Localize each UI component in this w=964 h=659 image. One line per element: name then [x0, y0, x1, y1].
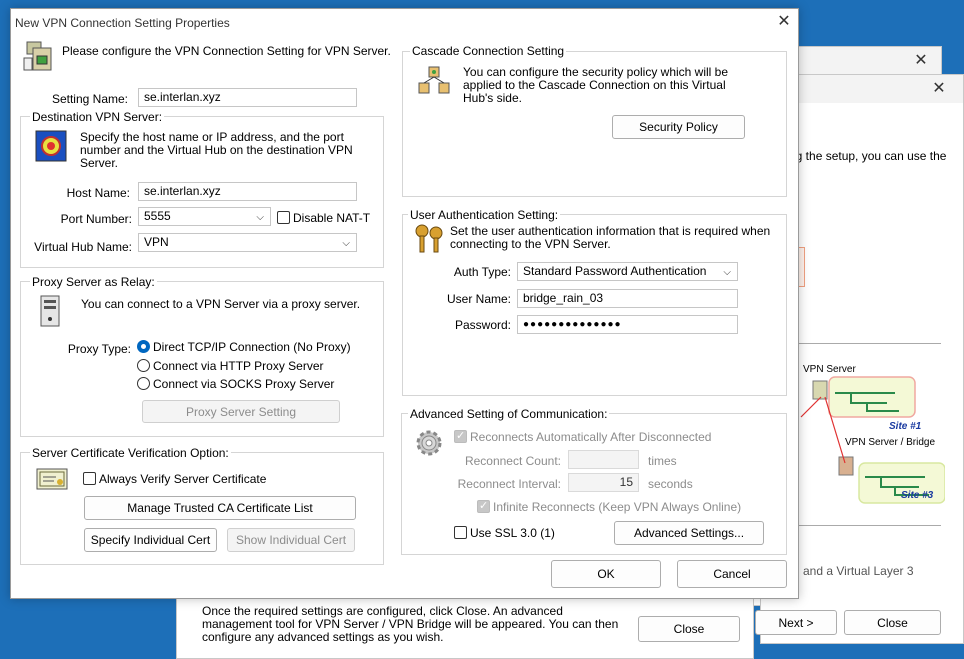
use-ssl-label: Use SSL 3.0 (1)	[470, 526, 555, 540]
show-cert-button[interactable]: Show Individual Cert	[227, 528, 355, 552]
proxy-socks-label: Connect via SOCKS Proxy Server	[153, 377, 335, 391]
proxy-server-setting-button[interactable]: Proxy Server Setting	[142, 400, 340, 423]
server-globe-icon	[35, 130, 67, 162]
advanced-settings-button[interactable]: Advanced Settings...	[614, 521, 764, 545]
diagram-label-vpn-bridge: VPN Server / Bridge	[845, 437, 936, 448]
next-button[interactable]: Next >	[755, 610, 837, 635]
diagram-label-site3: Site #3	[901, 490, 934, 501]
always-verify-label: Always Verify Server Certificate	[99, 472, 267, 486]
ok-button[interactable]: OK	[551, 560, 661, 588]
disable-nat-label: Disable NAT-T	[293, 211, 371, 225]
intro-text: Please configure the VPN Connection Sett…	[62, 44, 391, 58]
cascade-network-icon	[418, 66, 450, 94]
proxy-socks-radio[interactable]	[137, 377, 150, 390]
reconnect-label: Reconnects Automatically After Disconnec…	[470, 430, 712, 444]
keys-icon	[415, 224, 443, 253]
use-ssl-checkbox[interactable]	[454, 526, 467, 539]
reconnect-interval-value: 15	[619, 475, 633, 489]
user-name-field[interactable]: bridge_rain_03	[517, 289, 738, 308]
port-number-combo[interactable]: 5555 ⌵	[138, 207, 271, 226]
certificate-group-label: Server Certificate Verification Option:	[30, 446, 231, 460]
user-name-label: User Name:	[446, 292, 511, 306]
manage-ca-button[interactable]: Manage Trusted CA Certificate List	[84, 496, 356, 520]
bottom-info-text: Once the required settings are configure…	[202, 604, 619, 644]
destination-group-label: Destination VPN Server:	[30, 110, 165, 124]
reconnect-count-unit: times	[648, 454, 677, 468]
chevron-down-icon[interactable]: ⌵	[342, 235, 350, 251]
reconnect-interval-field[interactable]: 15	[568, 473, 639, 492]
infinite-reconnect-checkbox[interactable]	[477, 499, 490, 513]
reconnect-count-field[interactable]	[568, 450, 639, 469]
always-verify-checkbox[interactable]	[83, 472, 96, 485]
close-button[interactable]: Close	[844, 610, 941, 635]
reconnect-interval-label: Reconnect Interval:	[457, 477, 561, 491]
cascade-group-label: Cascade Connection Setting	[410, 44, 567, 58]
vpn-server-icon	[23, 41, 52, 71]
password-label: Password:	[454, 318, 511, 332]
close-icon[interactable]: ✕	[774, 12, 794, 32]
proxy-group-label: Proxy Server as Relay:	[30, 275, 157, 289]
specify-cert-button[interactable]: Specify Individual Cert	[84, 528, 217, 552]
security-policy-button[interactable]: Security Policy	[612, 115, 745, 139]
divider	[797, 343, 941, 344]
proxy-direct-label: Direct TCP/IP Connection (No Proxy)	[153, 340, 351, 354]
diagram-label-vpn-server: VPN Server	[803, 364, 856, 375]
auth-type-value: Standard Password Authentication	[523, 264, 707, 278]
auth-type-combo[interactable]: Standard Password Authentication ⌵	[517, 262, 738, 281]
auth-type-label: Auth Type:	[453, 265, 511, 279]
proxy-server-icon	[40, 295, 60, 327]
cancel-button[interactable]: Cancel	[677, 560, 787, 588]
proxy-http-label: Connect via HTTP Proxy Server	[153, 359, 324, 373]
network-diagram	[800, 376, 945, 504]
virtual-hub-value: VPN	[144, 235, 169, 249]
port-number-value: 5555	[144, 209, 171, 223]
close-icon[interactable]: ✕	[911, 51, 931, 71]
setting-name-label: Setting Name:	[51, 92, 128, 106]
dialog-title: New VPN Connection Setting Properties	[15, 16, 230, 30]
gear-icon	[416, 430, 442, 456]
cascade-description: You can configure the security policy wh…	[463, 65, 729, 105]
background-window-bottom: Once the required settings are configure…	[176, 590, 754, 659]
proxy-description: You can connect to a VPN Server via a pr…	[81, 297, 361, 311]
infinite-reconnect-label: Infinite Reconnects (Keep VPN Always Onl…	[493, 500, 742, 514]
setting-name-field[interactable]: se.interlan.xyz	[138, 88, 357, 107]
virtual-hub-label: Virtual Hub Name:	[34, 240, 132, 254]
chevron-down-icon[interactable]: ⌵	[723, 264, 731, 280]
proxy-type-label: Proxy Type:	[67, 342, 131, 356]
disable-nat-checkbox[interactable]	[277, 211, 290, 224]
auth-description: Set the user authentication information …	[450, 224, 771, 251]
reconnect-checkbox[interactable]	[454, 429, 467, 443]
divider	[797, 525, 941, 526]
auth-group-label: User Authentication Setting:	[408, 208, 561, 222]
advanced-group-label: Advanced Setting of Communication:	[408, 407, 610, 421]
diagram-label-site1: Site #1	[889, 421, 922, 432]
reconnect-interval-unit: seconds	[648, 477, 693, 491]
partial-text: n and a Virtual Layer 3	[793, 564, 914, 578]
setup-text: ng the setup, you can use the	[789, 149, 947, 163]
reconnect-count-label: Reconnect Count:	[464, 454, 561, 468]
password-field[interactable]: ●●●●●●●●●●●●●●	[517, 315, 738, 334]
close-icon[interactable]: ✕	[929, 79, 949, 99]
proxy-http-radio[interactable]	[137, 359, 150, 372]
chevron-down-icon[interactable]: ⌵	[256, 209, 264, 225]
bottom-close-button[interactable]: Close	[638, 616, 740, 642]
host-name-label: Host Name:	[66, 186, 130, 200]
port-number-label: Port Number:	[60, 212, 132, 226]
host-name-field[interactable]: se.interlan.xyz	[138, 182, 357, 201]
certificate-icon	[36, 468, 68, 490]
proxy-direct-radio[interactable]	[137, 340, 150, 353]
destination-description: Specify the host name or IP address, and…	[80, 130, 353, 170]
virtual-hub-combo[interactable]: VPN ⌵	[138, 233, 357, 252]
vpn-connection-dialog: New VPN Connection Setting Properties ✕ …	[10, 8, 799, 599]
